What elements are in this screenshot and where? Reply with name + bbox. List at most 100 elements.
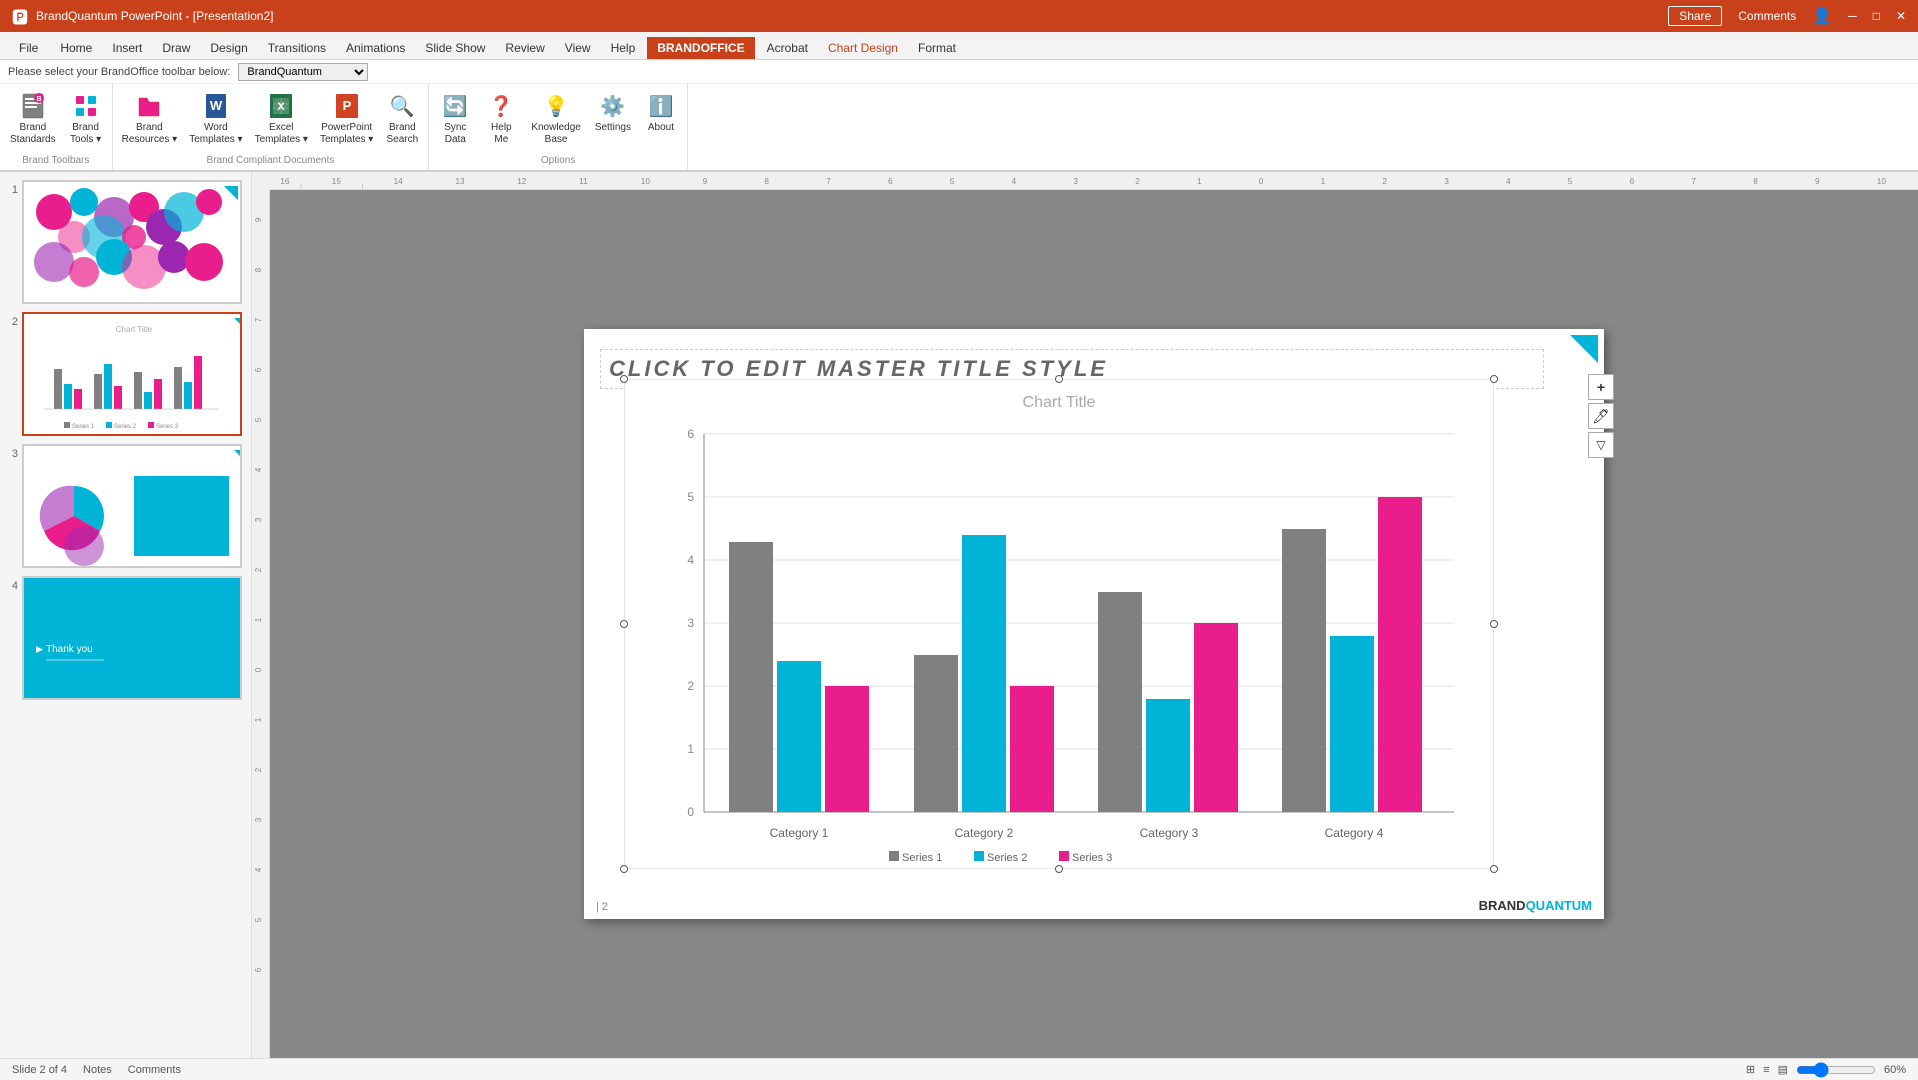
ruler-h-svg: 16 15 14 13 12 11 10 9 8 7 6 5 4 3 2 1 0… — [270, 172, 1918, 190]
zoom-slider[interactable] — [1796, 1063, 1876, 1077]
help-me-button[interactable]: ❓ HelpMe — [479, 86, 523, 150]
tab-transitions[interactable]: Transitions — [258, 37, 336, 59]
svg-text:9: 9 — [1815, 177, 1820, 186]
handle-ml[interactable] — [620, 620, 628, 628]
svg-text:Series 3: Series 3 — [156, 424, 179, 430]
notes-button[interactable]: Notes — [83, 1064, 112, 1076]
tab-view[interactable]: View — [555, 37, 601, 59]
brand-text-brand: BRAND — [1479, 898, 1526, 913]
status-right: ⊞ ≡ ▤ 60% — [1746, 1063, 1906, 1077]
view-outline-icon[interactable]: ≡ — [1763, 1064, 1769, 1076]
brand-toolbars-group-label: Brand Toolbars — [0, 155, 112, 168]
settings-button[interactable]: ⚙️ Settings — [589, 86, 637, 138]
ribbon-group-options: 🔄 SyncData ❓ HelpMe 💡 KnowledgeBase ⚙️ S… — [429, 84, 688, 170]
handle-tl[interactable] — [620, 375, 628, 383]
handle-mr[interactable] — [1490, 620, 1498, 628]
comments-status[interactable]: Comments — [128, 1064, 181, 1076]
svg-text:5: 5 — [1568, 177, 1573, 186]
slide-panel: 1 — [0, 172, 252, 1058]
tab-brandoffice[interactable]: BRANDOFFICE — [647, 37, 754, 59]
svg-text:6: 6 — [1630, 177, 1635, 186]
svg-text:W: W — [210, 98, 223, 113]
chart-tools: + 🖊 ▽ — [1588, 374, 1614, 458]
svg-text:8: 8 — [1753, 177, 1758, 186]
brand-resources-label: BrandResources ▾ — [122, 122, 178, 146]
tab-review[interactable]: Review — [495, 37, 554, 59]
svg-text:5: 5 — [687, 490, 694, 504]
about-button[interactable]: ℹ️ About — [639, 86, 683, 138]
brand-search-button[interactable]: 🔍 BrandSearch — [380, 86, 424, 150]
comments-button[interactable]: Comments — [1738, 9, 1796, 23]
svg-text:7: 7 — [1691, 177, 1696, 186]
svg-text:0: 0 — [1259, 177, 1264, 186]
tab-animations[interactable]: Animations — [336, 37, 415, 59]
svg-text:14: 14 — [394, 177, 404, 186]
handle-bc[interactable] — [1055, 865, 1063, 873]
handle-tc[interactable] — [1055, 375, 1063, 383]
word-templates-button[interactable]: W WordTemplates ▾ — [184, 86, 247, 150]
svg-text:Series 1: Series 1 — [902, 852, 942, 864]
ruler-horizontal: 16 15 14 13 12 11 10 9 8 7 6 5 4 3 2 1 0… — [270, 172, 1918, 190]
maximize-icon[interactable]: □ — [1873, 9, 1880, 23]
excel-templates-button[interactable]: X ExcelTemplates ▾ — [250, 86, 313, 150]
tab-help[interactable]: Help — [601, 37, 646, 59]
tab-insert[interactable]: Insert — [102, 37, 152, 59]
svg-text:Series 2: Series 2 — [114, 424, 137, 430]
brand-standards-button[interactable]: B BrandStandards — [4, 86, 62, 150]
chart-tool-filter-button[interactable]: ▽ — [1588, 432, 1614, 458]
toolbar-dropdown[interactable]: BrandQuantum — [238, 63, 368, 81]
slide-num-2: 2 — [4, 316, 18, 328]
handle-tr[interactable] — [1490, 375, 1498, 383]
slide-canvas[interactable]: CLICK TO EDIT MASTER TITLE STYLE — [270, 190, 1918, 1058]
svg-text:16: 16 — [280, 177, 290, 186]
svg-text:1: 1 — [254, 617, 263, 622]
slide-thumb-3[interactable]: 3 — [4, 444, 247, 568]
view-normal-icon[interactable]: ⊞ — [1746, 1063, 1755, 1076]
about-label: About — [648, 122, 674, 134]
view-slide-icon[interactable]: ▤ — [1778, 1063, 1788, 1076]
powerpoint-templates-button[interactable]: P PowerPointTemplates ▾ — [315, 86, 378, 150]
handle-br[interactable] — [1490, 865, 1498, 873]
slide-num-1: 1 — [4, 184, 18, 196]
tab-slideshow[interactable]: Slide Show — [415, 37, 495, 59]
help-me-label: HelpMe — [491, 122, 512, 146]
handle-bl[interactable] — [620, 865, 628, 873]
slide-4-svg: ▶ Thank you — [24, 578, 242, 700]
chart-tool-add-button[interactable]: + — [1588, 374, 1614, 400]
tab-format[interactable]: Format — [908, 37, 966, 59]
toolbar-selector-label: Please select your BrandOffice toolbar b… — [8, 66, 230, 78]
user-icon[interactable]: 👤 — [1812, 6, 1832, 26]
slide-thumb-4[interactable]: 4 ▶ Thank you — [4, 576, 247, 700]
minimize-icon[interactable]: ─ — [1848, 9, 1857, 23]
brand-docs-items: BrandResources ▾ W WordTemplates ▾ — [113, 86, 429, 155]
tab-chart-design[interactable]: Chart Design — [818, 37, 908, 59]
svg-text:10: 10 — [641, 177, 651, 186]
slide-preview-2: Chart Title — [22, 312, 242, 436]
tab-file[interactable]: File — [8, 36, 49, 59]
tab-acrobat[interactable]: Acrobat — [757, 37, 818, 59]
brand-tools-label: BrandTools ▾ — [70, 122, 101, 146]
knowledge-base-button[interactable]: 💡 KnowledgeBase — [525, 86, 586, 150]
sync-data-button[interactable]: 🔄 SyncData — [433, 86, 477, 150]
share-button[interactable]: Share — [1668, 6, 1722, 26]
brand-resources-button[interactable]: BrandResources ▾ — [117, 86, 183, 150]
slide-2-svg: Chart Title — [24, 314, 242, 436]
slide-thumb-1[interactable]: 1 — [4, 180, 247, 304]
svg-text:4: 4 — [1506, 177, 1511, 186]
brand-tools-button[interactable]: BrandTools ▾ — [64, 86, 108, 150]
svg-text:Thank you: Thank you — [46, 644, 93, 655]
tab-draw[interactable]: Draw — [152, 37, 200, 59]
tab-home[interactable]: Home — [50, 37, 102, 59]
slide-preview-1 — [22, 180, 242, 304]
brand-resources-icon — [133, 90, 165, 122]
tab-design[interactable]: Design — [200, 37, 257, 59]
title-bar-right: Share Comments 👤 ─ □ ✕ — [1668, 6, 1906, 26]
svg-text:10: 10 — [1877, 177, 1887, 186]
ribbon-tabs: File Home Insert Draw Design Transitions… — [0, 32, 1918, 60]
brand-search-label: BrandSearch — [386, 122, 418, 146]
chart-area[interactable]: Chart Title 6 5 — [624, 379, 1494, 869]
chart-tool-brush-button[interactable]: 🖊 — [1588, 403, 1614, 429]
svg-text:3: 3 — [687, 616, 694, 630]
slide-thumb-2[interactable]: 2 Chart Title — [4, 312, 247, 436]
close-icon[interactable]: ✕ — [1896, 9, 1906, 23]
